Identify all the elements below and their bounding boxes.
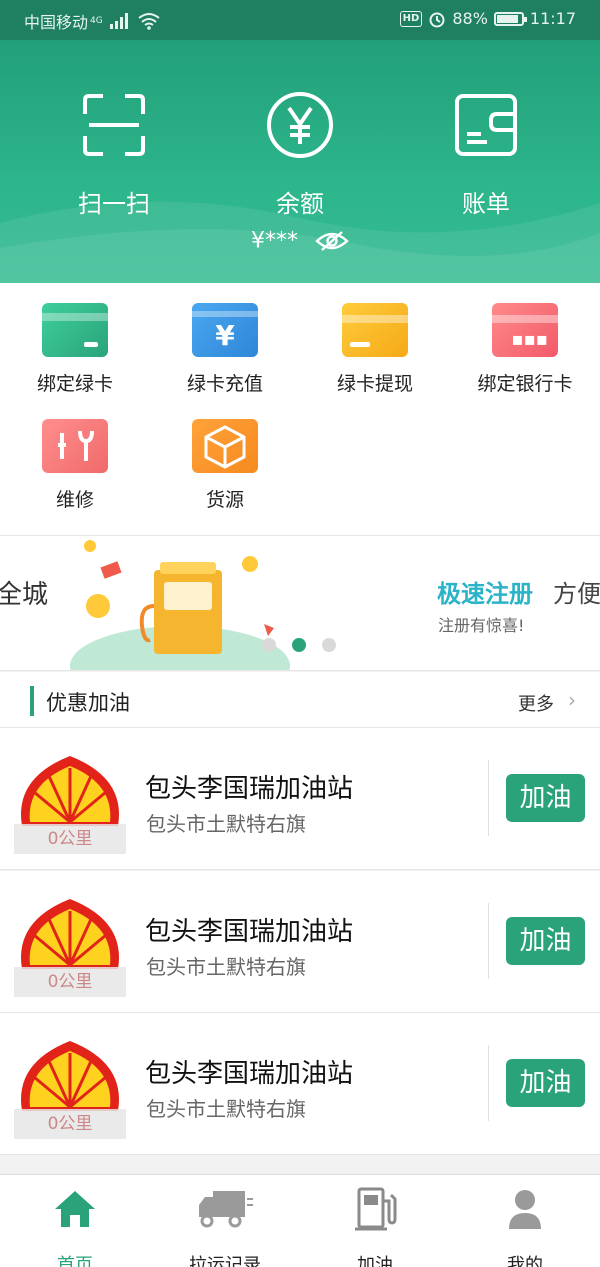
divider — [488, 760, 489, 836]
nav-label: 首页 — [57, 1255, 93, 1267]
battery-icon — [493, 11, 527, 26]
battery-percent: 88% — [452, 9, 488, 28]
scan-label: 扫一扫 — [78, 190, 150, 218]
service-cargo[interactable]: 货源 — [150, 419, 300, 512]
more-link[interactable]: 更多 — [518, 690, 554, 716]
carousel-dot[interactable] — [322, 638, 336, 652]
status-bar: 中国移动 4G HD 88% 11:17 — [0, 0, 600, 40]
card-withdraw-icon — [342, 303, 408, 357]
station-address: 包头市土默特右旗 — [146, 812, 306, 836]
service-card-withdraw[interactable]: 绿卡提现 — [300, 303, 450, 396]
distance-badge: 0公里 — [14, 824, 126, 854]
truck-icon — [199, 1191, 253, 1228]
fuel-pump-icon — [355, 1187, 397, 1231]
service-bind-bank-card[interactable]: ▪▪▪ 绑定银行卡 — [450, 303, 600, 396]
balance-row: ¥*** — [0, 228, 600, 254]
carousel-dot[interactable] — [262, 638, 276, 652]
green-card-icon — [42, 303, 108, 357]
service-label: 绑定绿卡 — [36, 373, 113, 395]
banner-title: 极速注册 — [437, 580, 533, 608]
discount-fuel-section-header: 优惠加油 更多 › — [0, 672, 600, 728]
service-label: 绑定银行卡 — [477, 373, 573, 395]
services-grid: 绑定绿卡 ¥ 绿卡充值 绿卡提现 ▪▪▪ 绑定银行卡 维修 货源 — [0, 283, 600, 535]
banner-next-text: 方便 — [553, 580, 600, 608]
station-address: 包头市土默特右旗 — [146, 955, 306, 979]
yen-icon — [267, 92, 333, 158]
nav-home[interactable]: 首页 — [0, 1187, 150, 1267]
home-icon — [55, 1191, 95, 1227]
nav-label: 加油 — [357, 1255, 393, 1267]
card-recharge-icon: ¥ — [192, 303, 258, 357]
fuel-pump-illustration — [70, 540, 290, 670]
service-label: 绿卡提现 — [336, 373, 413, 395]
station-name: 包头李国瑞加油站 — [145, 1059, 354, 1089]
refuel-button[interactable]: 加油 — [506, 774, 585, 822]
signal-icon — [109, 13, 128, 29]
app-root: 中国移动 4G HD 88% 11:17 扫一扫 余额 账单 ¥*** 绑定绿卡… — [0, 0, 600, 1267]
section-accent-bar — [30, 686, 34, 716]
alarm-icon — [429, 12, 445, 27]
balance-button[interactable]: 余额 — [230, 90, 370, 219]
station-card[interactable]: 0公里 包头李国瑞加油站包头市土默特右旗 加油 — [0, 1013, 600, 1155]
wifi-icon — [138, 13, 160, 30]
station-card[interactable]: 0公里 包头李国瑞加油站包头市土默特右旗 加油 — [0, 728, 600, 870]
clock: 11:17 — [529, 9, 576, 28]
balance-label: 余额 — [276, 190, 324, 218]
scan-icon — [83, 94, 145, 156]
station-name: 包头李国瑞加油站 — [145, 774, 354, 804]
distance-badge: 0公里 — [14, 1109, 126, 1139]
user-icon — [509, 1190, 541, 1229]
nav-label: 拉运记录 — [189, 1255, 261, 1267]
carousel-indicator — [262, 638, 336, 652]
nav-refuel[interactable]: 加油 — [300, 1187, 450, 1267]
wallet-header: 扫一扫 余额 账单 ¥*** — [0, 40, 600, 283]
bill-label: 账单 — [462, 190, 510, 218]
balance-amount: ¥*** — [251, 228, 298, 254]
repair-icon — [42, 419, 108, 473]
bank-card-icon: ▪▪▪ — [492, 303, 558, 357]
nav-mine[interactable]: 我的 — [450, 1187, 600, 1267]
network-type: 4G — [90, 16, 103, 26]
station-name: 包头李国瑞加油站 — [145, 917, 354, 947]
service-label: 维修 — [55, 489, 94, 511]
cargo-box-icon — [192, 419, 258, 473]
promo-banner[interactable]: 全城 极速注册 方便 注册有惊喜! — [0, 535, 600, 671]
nav-transport-records[interactable]: 拉运记录 — [150, 1187, 300, 1267]
carrier-label: 中国移动 — [24, 13, 89, 32]
nav-label: 我的 — [507, 1255, 543, 1267]
eye-hidden-icon[interactable] — [315, 230, 349, 252]
refuel-button[interactable]: 加油 — [506, 917, 585, 965]
service-repair[interactable]: 维修 — [0, 419, 150, 512]
service-label: 绿卡充值 — [186, 373, 263, 395]
banner-subtitle: 注册有惊喜! — [438, 616, 525, 635]
refuel-button[interactable]: 加油 — [506, 1059, 585, 1107]
distance-badge: 0公里 — [14, 967, 126, 997]
section-title: 优惠加油 — [46, 691, 130, 715]
bill-button[interactable]: 账单 — [416, 90, 556, 219]
station-address: 包头市土默特右旗 — [146, 1097, 306, 1121]
scan-button[interactable]: 扫一扫 — [44, 90, 184, 219]
divider — [488, 903, 489, 979]
chevron-right-icon[interactable]: › — [568, 688, 576, 712]
service-label: 货源 — [205, 489, 244, 511]
carousel-dot[interactable] — [292, 638, 306, 652]
service-bind-green-card[interactable]: 绑定绿卡 — [0, 303, 150, 396]
banner-prev-text: 全城 — [0, 580, 49, 610]
service-card-recharge[interactable]: ¥ 绿卡充值 — [150, 303, 300, 396]
wallet-icon — [455, 94, 517, 156]
hd-badge: HD — [399, 10, 423, 27]
station-card[interactable]: 0公里 包头李国瑞加油站包头市土默特右旗 加油 — [0, 871, 600, 1013]
divider — [488, 1045, 489, 1121]
bottom-nav: 首页 拉运记录 加油 我的 — [0, 1174, 600, 1267]
